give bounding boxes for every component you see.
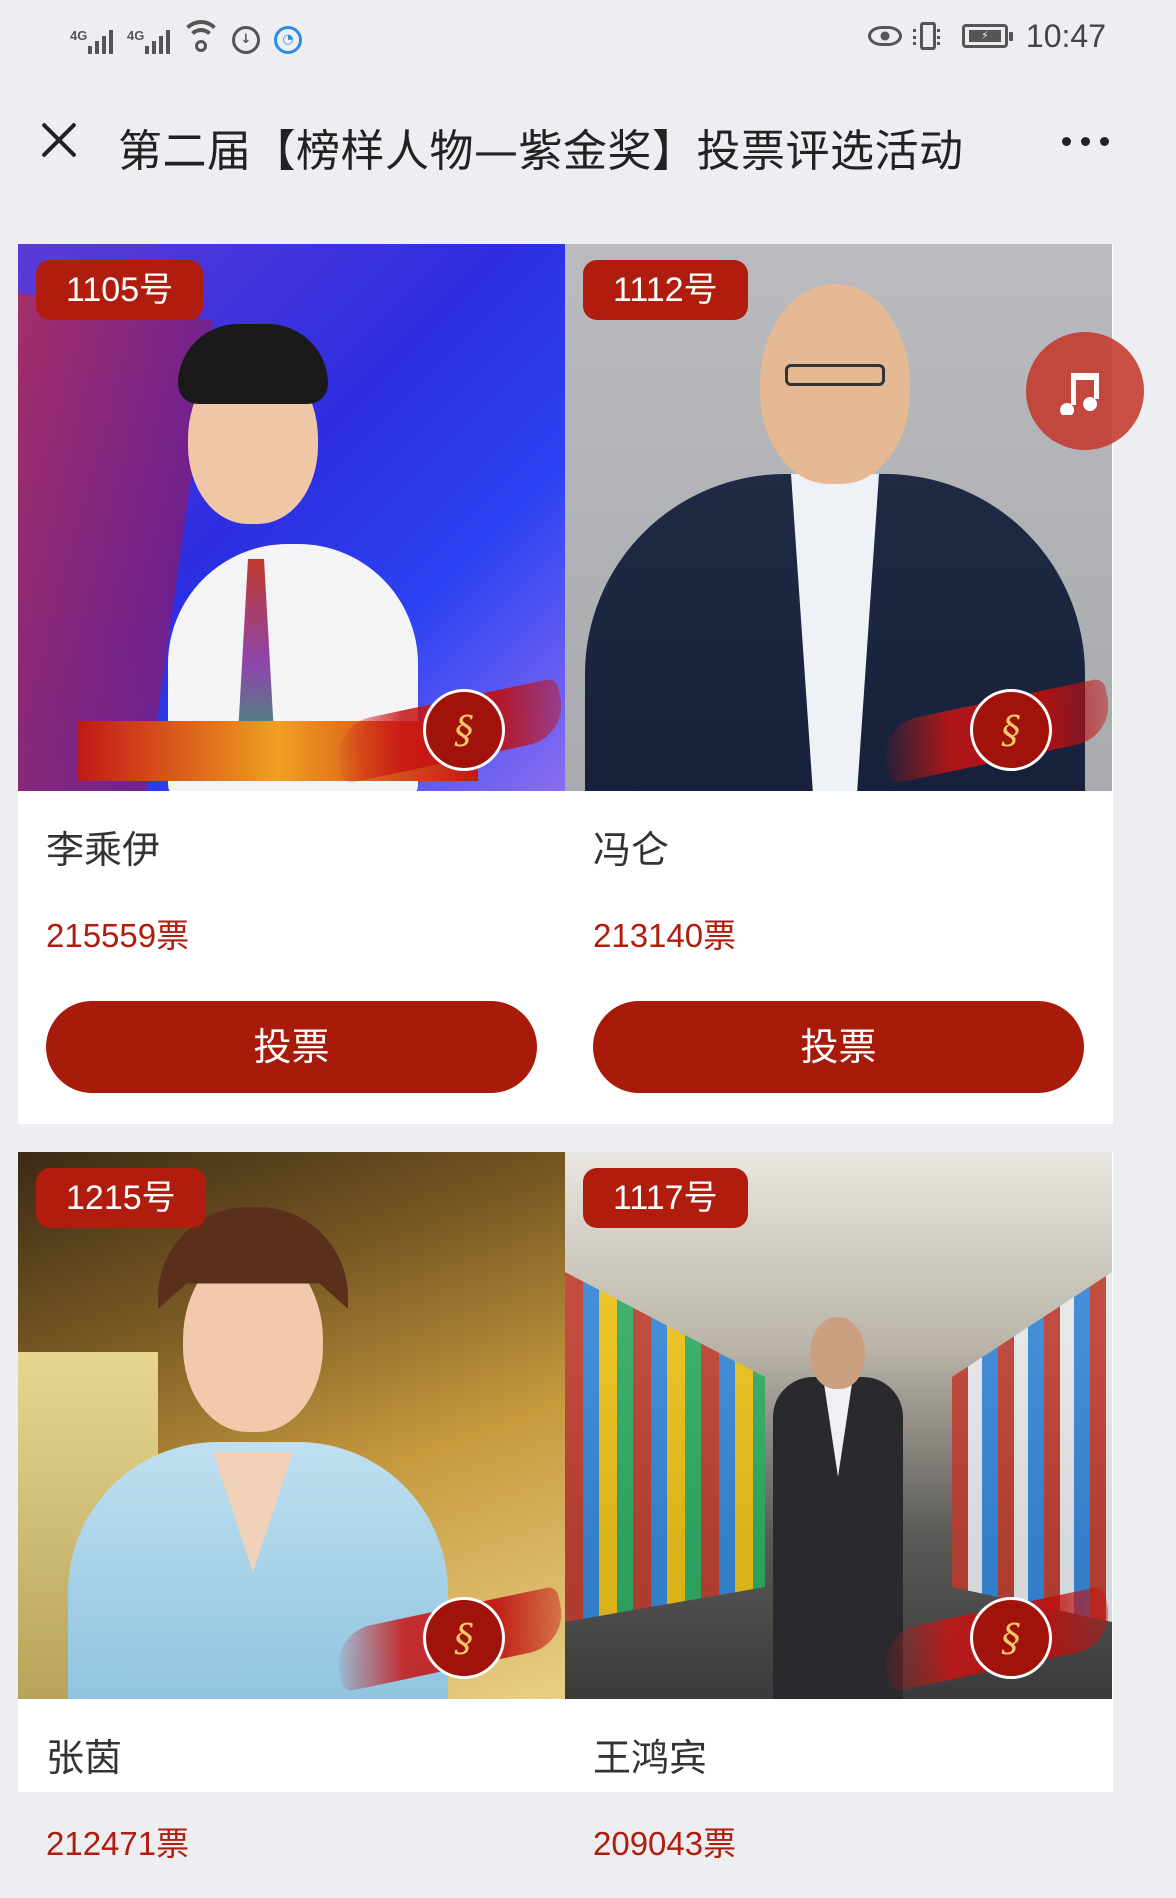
candidate-photo[interactable]: § 1112号 [565,244,1112,791]
vote-count: 215559票 [46,917,190,954]
candidate-number: 1112号 [583,260,748,320]
candidate-name: 李乘伊 [46,828,161,872]
signal-icon: 4G [127,28,170,54]
network-type-label: 4G [70,28,88,43]
title-bar: 第二届【榜样人物—紫金奖】投票评选活动 [0,75,1176,215]
models-logo-icon: § [423,1597,505,1679]
candidate-grid: § 1105号 李乘伊 215559票 投票 § 1112号 冯仑 213140… [18,244,1113,1862]
data-saver-icon: ↓ [232,26,260,54]
candidate-name: 张茵 [46,1736,123,1780]
candidate-number: 1215号 [36,1168,206,1228]
candidate-name: 王鸿宾 [593,1736,708,1780]
page-title: 第二届【榜样人物—紫金奖】投票评选活动 [118,126,964,177]
candidate-photo[interactable]: § 1215号 [18,1152,565,1699]
models-logo-icon: § [970,689,1052,771]
vote-button[interactable]: 投票 [593,1001,1084,1093]
clock: 10:47 [1025,17,1106,54]
candidate-card[interactable]: § 1215号 张茵 212471票 [18,1152,565,1862]
battery-icon: ⚡ [961,24,1013,48]
candidate-card[interactable]: § 1105号 李乘伊 215559票 投票 [18,244,565,1124]
candidate-photo[interactable]: § 1117号 [565,1152,1112,1699]
status-right: ⚡ 10:47 [867,14,1106,58]
candidate-number: 1117号 [583,1168,748,1228]
more-icon[interactable] [1062,137,1109,146]
status-bar: 4G 4G ↓ ◔ ⚡ 10:47 [0,0,1176,75]
candidate-name: 冯仑 [593,828,670,872]
models-logo-icon: § [423,689,505,771]
vibrate-icon [912,22,940,50]
network-type-label: 4G [127,28,145,43]
close-icon[interactable] [34,115,84,165]
vote-count: 213140票 [593,917,737,954]
wifi-icon [180,20,222,54]
vote-count: 212471票 [46,1825,190,1862]
candidate-list[interactable]: § 1105号 李乘伊 215559票 投票 § 1112号 冯仑 213140… [0,215,1176,1898]
vote-button[interactable]: 投票 [46,1001,537,1093]
candidate-row: § 1105号 李乘伊 215559票 投票 § 1112号 冯仑 213140… [18,244,1113,1124]
signal-icon: 4G [70,28,113,54]
app-notification-icon: ◔ [274,26,302,54]
status-left: 4G 4G ↓ ◔ [70,14,302,54]
candidate-photo[interactable]: § 1105号 [18,244,565,791]
vote-count: 209043票 [593,1825,737,1862]
candidate-number: 1105号 [36,260,204,320]
candidate-card[interactable]: § 1117号 王鸿宾 209043票 [565,1152,1112,1862]
music-icon[interactable] [1026,332,1144,450]
eye-comfort-icon [867,26,902,46]
models-logo-icon: § [970,1597,1052,1679]
candidate-row: § 1215号 张茵 212471票 § 1117号 王鸿宾 209043票 [18,1152,1113,1862]
